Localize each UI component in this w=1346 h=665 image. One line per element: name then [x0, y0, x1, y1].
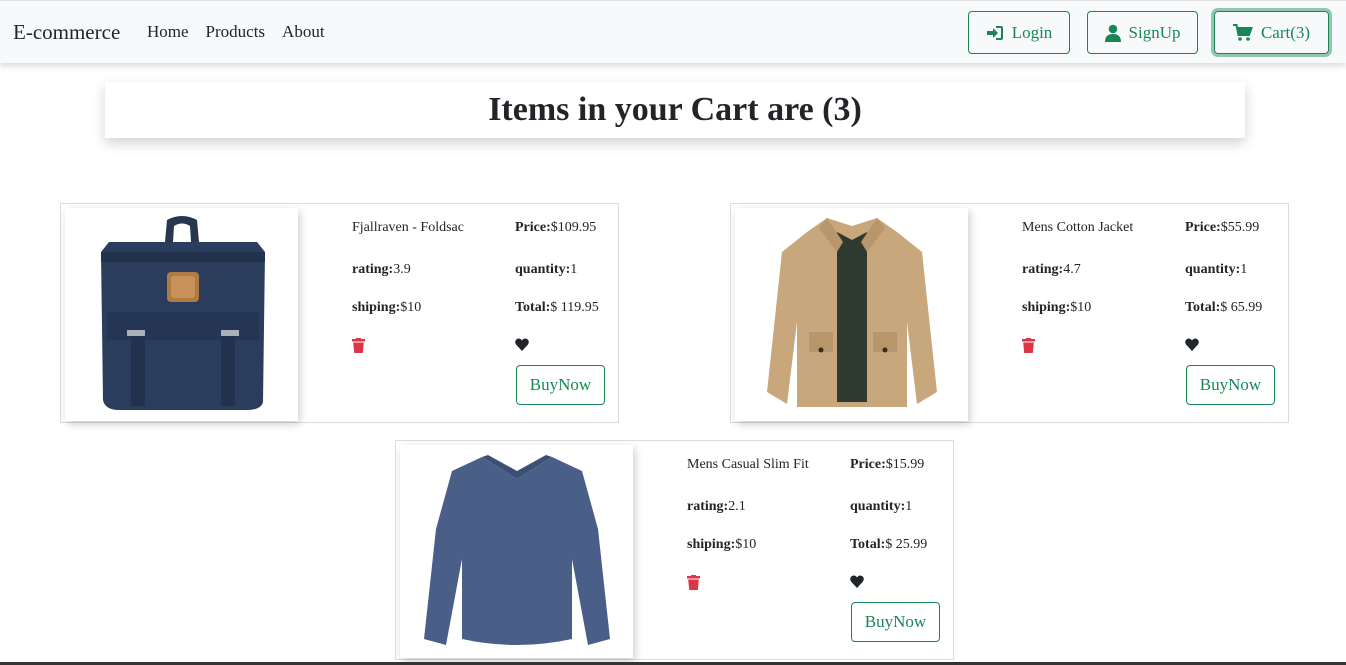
login-label: Login — [1011, 22, 1053, 42]
page-title: Items in your Cart are (3) — [488, 91, 862, 128]
cart-item-card: Fjallraven - Foldsac Price:$109.95 ratin… — [60, 203, 619, 423]
product-shipping: shiping:$10 — [1022, 300, 1092, 315]
product-shipping: shiping:$10 — [687, 537, 757, 552]
buy-now-button[interactable]: BuyNow — [1186, 365, 1275, 405]
tshirt-icon — [422, 449, 612, 654]
product-rating: rating:2.1 — [687, 499, 746, 514]
cart-label: Cart(3) — [1260, 22, 1311, 42]
login-button[interactable]: Login — [968, 11, 1070, 54]
cart-item-card: Mens Casual Slim Fit Price:$15.99 rating… — [395, 440, 954, 660]
trash-icon[interactable] — [352, 338, 365, 358]
cart-item-card: Mens Cotton Jacket Price:$55.99 rating:4… — [730, 203, 1289, 423]
product-quantity: quantity:1 — [515, 262, 578, 277]
product-name: Mens Casual Slim Fit — [687, 457, 809, 472]
product-image-frame — [735, 208, 968, 421]
cart-button[interactable]: Cart(3) — [1214, 11, 1329, 54]
nav-home[interactable]: Home — [147, 22, 189, 42]
heart-icon[interactable] — [850, 575, 864, 593]
backpack-icon — [87, 212, 277, 417]
product-rating: rating:4.7 — [1022, 262, 1081, 277]
nav-about[interactable]: About — [282, 22, 325, 42]
nav-products[interactable]: Products — [206, 22, 266, 42]
product-rating: rating:3.9 — [352, 262, 411, 277]
shopping-cart-icon — [1232, 23, 1253, 42]
heart-icon[interactable] — [515, 338, 529, 356]
product-total: Total:$ 65.99 — [1185, 300, 1263, 315]
trash-icon[interactable] — [1022, 338, 1035, 358]
product-shipping: shiping:$10 — [352, 300, 422, 315]
product-quantity: quantity:1 — [1185, 262, 1248, 277]
product-quantity: quantity:1 — [850, 499, 913, 514]
product-price: Price:$15.99 — [850, 457, 925, 472]
product-name: Mens Cotton Jacket — [1022, 220, 1134, 235]
cart-header-card: Items in your Cart are (3) — [105, 82, 1245, 138]
buy-now-button[interactable]: BuyNow — [516, 365, 605, 405]
signup-label: SignUp — [1128, 22, 1181, 42]
product-total: Total:$ 119.95 — [515, 300, 599, 315]
product-name: Fjallraven - Foldsac — [352, 220, 464, 235]
user-icon — [1104, 24, 1121, 42]
product-price: Price:$109.95 — [515, 220, 597, 235]
product-image-frame — [65, 208, 298, 421]
product-total: Total:$ 25.99 — [850, 537, 928, 552]
brand-logo[interactable]: E-commerce — [13, 20, 120, 45]
navbar: E-commerce Home Products About Login Sig… — [0, 0, 1346, 63]
sign-in-icon — [986, 25, 1004, 41]
product-image-frame — [400, 445, 633, 658]
nav-links: Home Products About — [147, 22, 325, 42]
signup-button[interactable]: SignUp — [1087, 11, 1198, 54]
buy-now-button[interactable]: BuyNow — [851, 602, 940, 642]
trash-icon[interactable] — [687, 575, 700, 595]
jacket-icon — [757, 212, 947, 417]
heart-icon[interactable] — [1185, 338, 1199, 356]
product-price: Price:$55.99 — [1185, 220, 1260, 235]
